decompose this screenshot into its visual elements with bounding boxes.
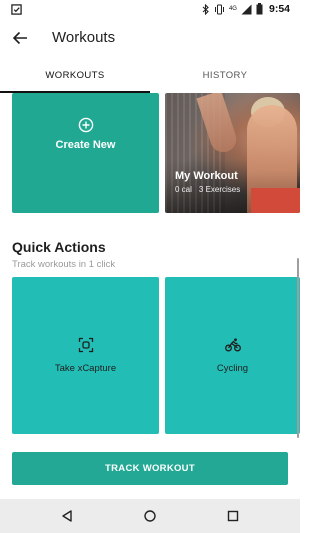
take-xcapture-label: Take xCapture (54, 363, 117, 374)
battery-icon (256, 3, 263, 15)
nav-recents-icon (227, 510, 239, 522)
nav-recents-button[interactable] (224, 507, 242, 525)
create-new-label: Create New (55, 139, 116, 151)
network-type: 4G (228, 6, 237, 12)
my-workout-card[interactable]: My Workout 0 cal 3 Exercises (165, 93, 300, 213)
cycling-label: Cycling (216, 363, 249, 374)
system-nav-bar (0, 499, 300, 533)
status-icons: 4G 9:54 (202, 2, 290, 16)
nav-home-button[interactable] (141, 507, 159, 525)
workout-photo-top (251, 188, 300, 213)
scrollbar[interactable] (297, 258, 299, 438)
bluetooth-icon (202, 3, 209, 15)
app-notification-icon (11, 4, 22, 15)
status-bar: 4G 9:54 (0, 0, 300, 18)
vibrate-icon (214, 4, 224, 14)
add-circle-icon (78, 117, 93, 133)
cycling-icon (224, 338, 241, 352)
status-time: 9:54 (268, 3, 290, 15)
take-xcapture-card[interactable]: Take xCapture (12, 277, 159, 434)
quick-actions-title: Quick Actions (12, 239, 106, 255)
track-workout-button[interactable]: TRACK WORKOUT (12, 452, 288, 485)
workout-exercise-count: 3 Exercises (198, 185, 241, 194)
quick-actions-subtitle: Track workouts in 1 click (12, 259, 116, 270)
workouts-content: Create New My Workout 0 cal 3 Exercises Q… (0, 93, 300, 503)
page-title: Workouts (52, 29, 116, 46)
tab-workouts[interactable]: WORKOUTS (0, 58, 150, 93)
xcapture-icon (78, 337, 93, 353)
tab-history[interactable]: HISTORY (150, 58, 300, 93)
my-workout-meta: 0 cal 3 Exercises (175, 185, 240, 194)
signal-icon (241, 4, 252, 14)
nav-home-icon (144, 510, 156, 522)
nav-back-button[interactable] (58, 507, 76, 525)
workout-calories: 0 cal (175, 185, 192, 194)
arrow-back-icon (12, 31, 27, 45)
app-bar: Workouts (0, 18, 300, 58)
tab-bar: WORKOUTS HISTORY (0, 58, 300, 93)
cycling-card[interactable]: Cycling (165, 277, 300, 434)
my-workout-title: My Workout (175, 170, 238, 182)
create-new-card[interactable]: Create New (12, 93, 159, 213)
workouts-screen: 4G 9:54 Workouts WORKOUTS HISTORY Create… (0, 0, 300, 533)
back-button[interactable] (8, 26, 32, 50)
nav-back-icon (62, 510, 72, 522)
